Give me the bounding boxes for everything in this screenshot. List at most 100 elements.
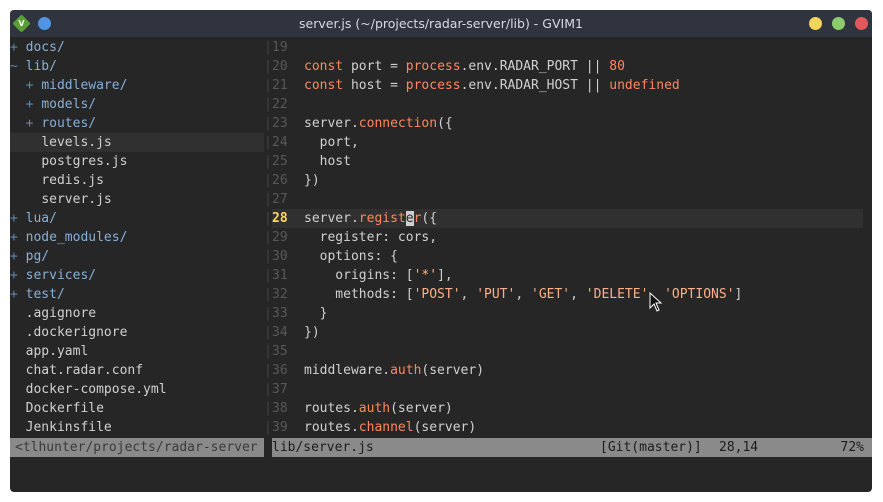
tree-file[interactable]: .agignore xyxy=(10,304,264,323)
editor-line[interactable]: 36 middleware.auth(server) xyxy=(272,361,863,380)
editor-line[interactable]: 31 origins: ['*'], xyxy=(272,266,863,285)
line-number: 32 xyxy=(272,287,288,302)
tree-expand-marker xyxy=(10,306,26,321)
code-token: connection xyxy=(358,116,438,131)
close-button[interactable] xyxy=(855,17,868,30)
tree-expand-marker: + xyxy=(10,230,26,245)
tree-directory[interactable]: + lua/ xyxy=(10,209,264,228)
status-file-name: lib/server.js xyxy=(272,440,374,455)
editor-line[interactable]: 26}) xyxy=(272,171,863,190)
code-token: register: cors, xyxy=(304,230,438,245)
tree-file[interactable]: Jenkinsfile xyxy=(10,418,264,437)
tree-expand-marker: + xyxy=(10,287,26,302)
editor-buffer[interactable]: 19 20 const port = process.env.RADAR_PORT … xyxy=(272,38,872,438)
tree-expand-marker xyxy=(10,325,26,340)
code-token: || xyxy=(585,78,602,93)
editor-line[interactable]: 19 xyxy=(272,38,863,57)
tree-expand-marker: + xyxy=(10,249,26,264)
line-number: 34 xyxy=(272,325,288,340)
tree-directory[interactable]: + pg/ xyxy=(10,247,264,266)
tree-expand-marker: + xyxy=(10,116,42,131)
tree-file[interactable]: app.yaml xyxy=(10,342,264,361)
tree-item-label: node_modules/ xyxy=(25,230,128,245)
line-number: 21 xyxy=(272,78,288,93)
tree-status-path: <tlhunter/projects/radar-server xyxy=(15,440,258,455)
editor-line[interactable]: 32 methods: ['POST', 'PUT', 'GET', 'DELE… xyxy=(272,285,863,304)
mouse-pointer-icon xyxy=(649,292,663,312)
tree-file[interactable]: levels.js xyxy=(10,133,264,152)
tree-file[interactable]: Dockerfile xyxy=(10,399,264,418)
code-token: process xyxy=(405,78,461,93)
editor-line[interactable]: 30 options: { xyxy=(272,247,863,266)
tree-expand-marker: + xyxy=(10,78,42,93)
code-token: .env.RADAR_HOST xyxy=(460,78,586,93)
line-number: 30 xyxy=(272,249,288,264)
editor-line[interactable]: 37 xyxy=(272,380,863,399)
editor-line[interactable]: 21 const host = process.env.RADAR_HOST ||… xyxy=(272,76,863,95)
editor-line[interactable]: 24 port, xyxy=(272,133,863,152)
tree-item-label: pg/ xyxy=(25,249,50,264)
tree-file[interactable]: redis.js xyxy=(10,171,264,190)
tree-file[interactable]: .dockerignore xyxy=(10,323,264,342)
tree-item-label: services/ xyxy=(25,268,97,283)
tree-directory[interactable]: + node_modules/ xyxy=(10,228,264,247)
tree-expand-marker xyxy=(10,154,41,169)
split-char: | xyxy=(264,382,272,397)
code-token: origins: [ xyxy=(304,268,414,283)
code-token: port = xyxy=(343,59,406,74)
editor-line[interactable]: 29 register: cors, xyxy=(272,228,863,247)
editor-current-line[interactable]: 28 server.register({ xyxy=(272,209,863,228)
code-token: server. xyxy=(304,211,359,226)
code-token: host xyxy=(304,154,351,169)
tree-directory[interactable]: + services/ xyxy=(10,266,264,285)
split-char: | xyxy=(264,249,272,264)
editor-line[interactable]: 34}) xyxy=(272,323,863,342)
tree-file[interactable]: server.js xyxy=(10,190,264,209)
editor-line[interactable]: 20 const port = process.env.RADAR_PORT ||… xyxy=(272,57,863,76)
line-number: 38 xyxy=(272,401,288,416)
editor-line[interactable]: 33 } xyxy=(272,304,863,323)
editor-line[interactable]: 22 xyxy=(272,95,863,114)
tree-item-label: middleware/ xyxy=(41,78,128,93)
tree-directory[interactable]: + test/ xyxy=(10,285,264,304)
nerdtree-file-tree[interactable]: + docs/~ lib/ + middleware/ + models/ + … xyxy=(10,38,264,438)
code-token: }) xyxy=(304,173,320,188)
minimize-button[interactable] xyxy=(809,17,822,30)
tree-directory[interactable]: + middleware/ xyxy=(10,76,264,95)
code-token: middleware. xyxy=(304,363,391,378)
tree-directory[interactable]: + models/ xyxy=(10,95,264,114)
tree-expand-marker: ~ xyxy=(10,59,26,74)
split-char: | xyxy=(264,116,272,131)
editor-line[interactable]: 27 xyxy=(272,190,863,209)
tree-file[interactable]: postgres.js xyxy=(10,152,264,171)
split-char: | xyxy=(264,344,272,359)
tree-file[interactable]: chat.radar.conf xyxy=(10,361,264,380)
vertical-split-separator[interactable]: | | | | | | | | | | | | | | | | | | | | | xyxy=(264,38,272,438)
split-char: | xyxy=(264,268,272,283)
tree-expand-marker xyxy=(10,135,41,150)
code-token: options: { xyxy=(304,249,398,264)
tree-directory[interactable]: + routes/ xyxy=(10,114,264,133)
editor-line[interactable]: 23 server.connection({ xyxy=(272,114,863,133)
code-token: process xyxy=(405,59,461,74)
editor-line[interactable]: 25 host xyxy=(272,152,863,171)
editor-line[interactable]: 35 xyxy=(272,342,863,361)
editor-line[interactable]: 38 routes.auth(server) xyxy=(272,399,863,418)
title-bar[interactable]: V server.js (~/projects/radar-server/lib… xyxy=(10,10,872,37)
tree-item-label: postgres.js xyxy=(41,154,128,169)
tree-item-label: levels.js xyxy=(41,135,112,150)
tree-file[interactable]: docker-compose.yml xyxy=(10,380,264,399)
maximize-button[interactable] xyxy=(832,17,845,30)
tree-directory[interactable]: + docs/ xyxy=(10,38,264,57)
line-number: 28 xyxy=(272,211,288,226)
tree-item-label: chat.radar.conf xyxy=(25,363,144,378)
code-token: ], xyxy=(437,268,453,283)
line-number: 26 xyxy=(272,173,288,188)
tree-item-label: .agignore xyxy=(25,306,97,321)
split-char: | xyxy=(264,420,272,435)
text-cursor: e xyxy=(405,211,414,226)
tree-item-label: .dockerignore xyxy=(25,325,128,340)
tree-directory[interactable]: ~ lib/ xyxy=(10,57,264,76)
line-number: 19 xyxy=(272,40,288,55)
editor-line[interactable]: 39 routes.channel(server) xyxy=(272,418,863,437)
